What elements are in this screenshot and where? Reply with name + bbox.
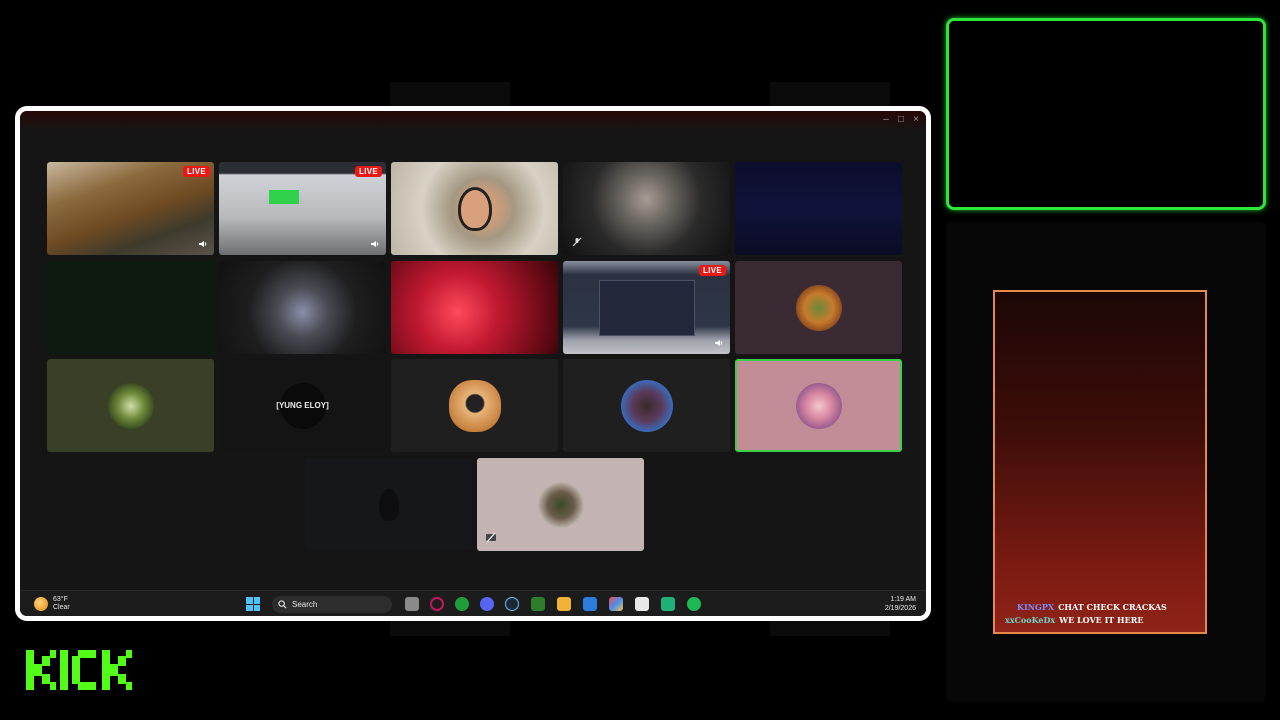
chat-text: WE LOVE IT HERE: [1059, 615, 1144, 625]
chat-app-icon[interactable]: [661, 597, 675, 611]
participant-tile-webcam[interactable]: [563, 162, 730, 255]
participant-tile-webcam[interactable]: [391, 261, 558, 354]
avatar: [YUNG ELOY]: [276, 382, 329, 429]
search-icon: [278, 600, 287, 609]
opera-icon[interactable]: [430, 597, 444, 611]
taskbar: 63°F Clear Search 1:19 AM 2/19/2026: [20, 590, 926, 616]
chat-text: CHAT CHECK CRACKAS: [1058, 602, 1167, 612]
speaker-icon: [371, 241, 379, 247]
weather-icon: [34, 597, 48, 611]
mic-off-icon: [572, 237, 582, 247]
participant-tile-avatar[interactable]: [563, 359, 730, 452]
discord-icon[interactable]: [480, 597, 494, 611]
avatar: [448, 379, 501, 432]
system-clock[interactable]: 1:19 AM 2/19/2026: [885, 595, 916, 613]
clock-date: 2/19/2026: [884, 605, 916, 612]
background-bar: [770, 620, 890, 636]
background-bar: [390, 82, 510, 106]
task-view-icon[interactable]: [405, 597, 419, 611]
search-label: Search: [292, 600, 318, 609]
participant-tile-webcam[interactable]: [391, 162, 558, 255]
weather-widget[interactable]: 63°F Clear: [34, 594, 70, 614]
copilot-icon[interactable]: [609, 597, 623, 611]
taskbar-search[interactable]: Search: [272, 596, 392, 613]
participant-tile-game-stream[interactable]: LIVE: [47, 162, 214, 255]
participant-tile-avatar[interactable]: [735, 261, 902, 354]
background-bar: [770, 82, 890, 106]
chat-overlay: KINGPX CHAT CHECK CRACKAS xxCooKeDx WE LOV…: [993, 290, 1207, 634]
avatar: [795, 284, 842, 331]
participant-tile-avatar[interactable]: [47, 359, 214, 452]
screen-share-off-icon: [486, 532, 496, 543]
live-badge: LIVE: [183, 166, 210, 177]
start-button[interactable]: [246, 597, 260, 611]
avatar-label: [YUNG ELOY]: [276, 401, 329, 410]
avatar: [537, 481, 584, 528]
live-badge: LIVE: [355, 166, 382, 177]
background-bar: [390, 620, 510, 636]
chat-username: xxCooKeDx: [1005, 615, 1056, 625]
webcam-frame: [946, 18, 1266, 210]
kick-logo: [26, 650, 132, 690]
participant-tile-browser-stream[interactable]: LIVE: [219, 162, 386, 255]
video-call-grid: LIVE LIVE LIVE [YUNG ELOY]: [20, 111, 926, 591]
participant-tile-avatar[interactable]: [YUNG ELOY]: [219, 359, 386, 452]
participant-tile-avatar[interactable]: [477, 458, 644, 551]
store-icon[interactable]: [635, 597, 649, 611]
clock-time: 1:19 AM: [890, 596, 916, 603]
green-window: [269, 190, 299, 204]
chat-username: KINGPX: [1017, 602, 1055, 612]
screen-capture-window: – □ × LIVE LIVE LIVE [YUNG ELOY] 63°F Cl…: [15, 106, 931, 621]
avatar: [795, 382, 842, 429]
participant-tile-avatar[interactable]: [391, 359, 558, 452]
speaker-icon: [715, 340, 723, 346]
participant-tile-speaking[interactable]: [735, 359, 902, 452]
file-explorer-icon[interactable]: [557, 597, 571, 611]
stream-overlay: – □ × LIVE LIVE LIVE [YUNG ELOY] 63°F Cl…: [0, 0, 1280, 720]
participant-tile-webcam[interactable]: [219, 261, 386, 354]
weather-condition: Clear: [53, 604, 70, 611]
live-badge: LIVE: [699, 265, 726, 276]
participant-tile-dark[interactable]: [735, 162, 902, 255]
participant-tile-dark[interactable]: [47, 261, 214, 354]
chat-message: xxCooKeDx WE LOVE IT HERE: [1005, 615, 1143, 625]
spotify-icon[interactable]: [687, 597, 701, 611]
steam-icon[interactable]: [505, 597, 519, 611]
shared-window: [598, 279, 695, 336]
xbox-icon[interactable]: [455, 597, 469, 611]
chat-message: KINGPX CHAT CHECK CRACKAS: [1017, 602, 1167, 612]
participant-tile-dark[interactable]: [305, 458, 472, 551]
participant-silhouette: [378, 488, 399, 521]
participant-tile-screen-share[interactable]: LIVE: [563, 261, 730, 354]
participant-face: [457, 186, 492, 231]
speaker-icon: [199, 241, 207, 247]
mail-icon[interactable]: [583, 597, 597, 611]
avatar: [620, 379, 673, 432]
nvidia-icon[interactable]: [531, 597, 545, 611]
avatar: [107, 382, 154, 429]
weather-temp: 63°F: [53, 596, 68, 603]
